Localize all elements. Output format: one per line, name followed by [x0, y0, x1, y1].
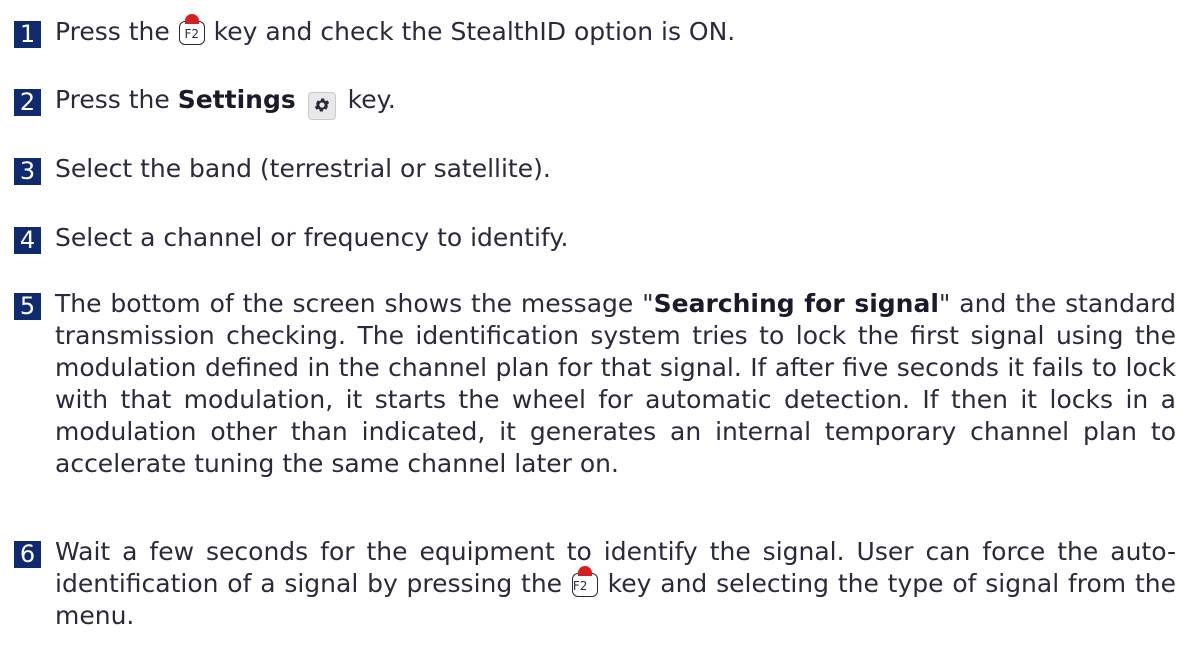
key-indicator-dot — [577, 566, 592, 576]
f2-key-icon: F2 — [178, 14, 205, 45]
step-text-after: key. — [339, 85, 396, 114]
f2-key-icon: F2 — [571, 566, 598, 597]
step-text: The bottom of the screen shows the messa… — [55, 288, 1176, 480]
gear-icon — [307, 92, 336, 120]
searching-message: Searching for signal — [653, 289, 939, 318]
step-number-badge: 3 — [14, 158, 41, 185]
step-number-badge: 5 — [14, 293, 41, 320]
step-number-badge: 4 — [14, 227, 41, 254]
step-text: Press the F2 key and check the StealthID… — [55, 14, 1176, 48]
step-number-badge: 2 — [14, 89, 41, 116]
step-number-badge: 1 — [14, 21, 41, 48]
step-1: 1 Press the F2 key and check the Stealth… — [14, 14, 1176, 48]
step-text-after: key and check the StealthID option is ON… — [205, 17, 736, 46]
step-text: Select a channel or frequency to identif… — [55, 223, 569, 252]
key-indicator-dot — [184, 14, 199, 24]
key-label: F2 — [184, 27, 199, 41]
step-text: Wait a few seconds for the equipment to … — [55, 536, 1176, 632]
step-4: 4 Select a channel or frequency to ident… — [14, 222, 1176, 254]
step-number-badge: 6 — [14, 541, 41, 568]
settings-key-name: Settings — [177, 85, 296, 114]
key-label: F2 — [572, 579, 588, 593]
step-6: 6 Wait a few seconds for the equipment t… — [14, 536, 1176, 632]
step-5: 5 The bottom of the screen shows the mes… — [14, 288, 1176, 480]
step-text-before: Press the — [55, 17, 178, 46]
step-3: 3 Select the band (terrestrial or satell… — [14, 153, 1176, 185]
step-2: 2 Press the Settings key. — [14, 84, 1176, 120]
step-text: Press the Settings key. — [55, 84, 1176, 120]
step-text: Select the band (terrestrial or satellit… — [55, 154, 551, 183]
step-text-before: Press the — [55, 85, 178, 114]
step-text-before: The bottom of the screen shows the messa… — [55, 289, 654, 318]
